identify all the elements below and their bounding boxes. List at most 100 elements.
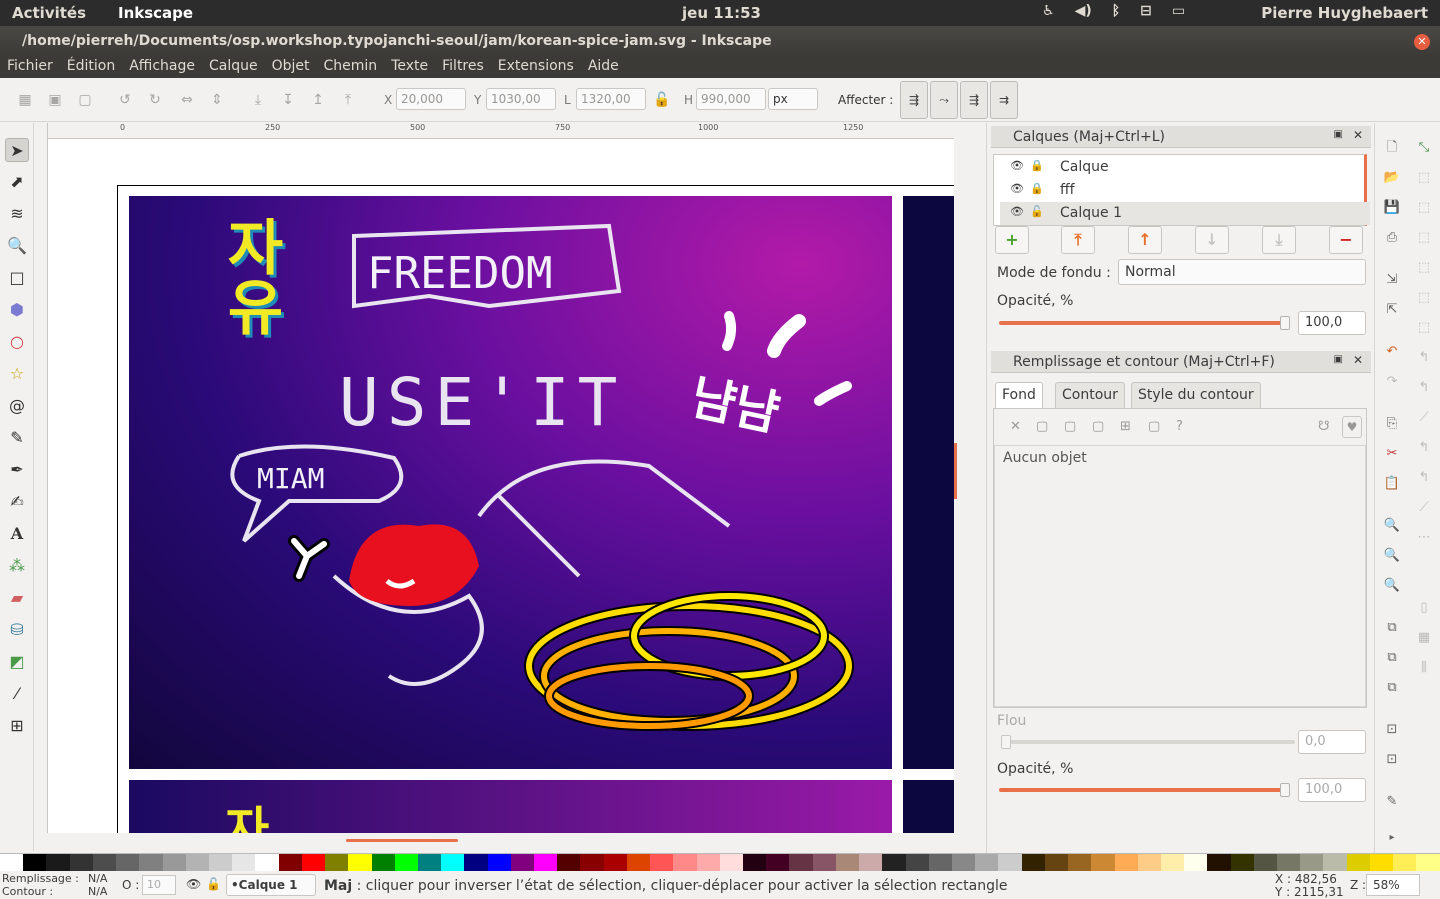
horizontal-scroll-thumb[interactable] — [346, 839, 458, 842]
palette-swatch[interactable] — [1114, 854, 1138, 871]
palette-swatch[interactable] — [46, 854, 70, 871]
panel-iconify-icon[interactable]: ▣ — [1334, 129, 1343, 140]
unit-select[interactable]: px — [768, 88, 818, 110]
palette-swatch[interactable] — [812, 854, 836, 871]
clock[interactable]: jeu 11:53 — [682, 4, 761, 22]
select-all-icon[interactable]: ▦ — [15, 90, 35, 110]
snap-grid-icon[interactable]: ▦ — [1413, 627, 1435, 649]
snap-guides-icon[interactable]: ⫼ — [1413, 657, 1435, 679]
palette-swatch[interactable] — [975, 854, 999, 871]
flip-horizontal-icon[interactable]: ⇔ — [177, 90, 197, 110]
tab-style-contour[interactable]: Style du contour — [1131, 382, 1261, 408]
bluetooth-icon[interactable]: ᛒ — [1112, 3, 1120, 19]
palette-swatch[interactable] — [1369, 854, 1394, 871]
menu-objet[interactable]: Objet — [272, 56, 310, 78]
palette-swatch[interactable] — [394, 854, 418, 871]
zoom-field[interactable]: 58% — [1366, 874, 1420, 896]
fill-rule-evenodd-icon[interactable]: ☋ — [1318, 419, 1330, 434]
tab-contour[interactable]: Contour — [1055, 382, 1125, 408]
palette-swatch[interactable] — [371, 854, 395, 871]
palette-swatch[interactable] — [951, 854, 976, 871]
artwork-panel-lower-right[interactable] — [903, 780, 954, 833]
palette-swatch[interactable] — [998, 854, 1022, 871]
cut-icon[interactable]: ✂ — [1381, 443, 1403, 465]
redo-icon[interactable]: ↷ — [1381, 371, 1403, 393]
eye-icon[interactable]: 👁 — [1010, 159, 1024, 172]
artwork-panel-right[interactable] — [903, 196, 954, 769]
palette-swatch[interactable] — [278, 854, 302, 871]
snap-midpoints-icon[interactable]: ↰ — [1413, 467, 1435, 489]
menu-affichage[interactable]: Affichage — [129, 56, 195, 78]
snap-bbox-edges-icon[interactable]: ⬚ — [1413, 197, 1435, 219]
network-icon[interactable]: ⊟ — [1140, 3, 1152, 19]
menu-edition[interactable]: Édition — [67, 56, 115, 78]
palette-swatch[interactable] — [696, 854, 720, 871]
radial-gradient-icon[interactable]: ▢ — [1092, 419, 1104, 434]
select-tool-icon[interactable]: ➤ — [5, 138, 29, 162]
vertical-scrollbar[interactable] — [954, 123, 982, 853]
lock-icon[interactable]: 🔒 — [1030, 159, 1044, 172]
drawing-canvas[interactable]: 자유 FREEDOM USE'IT MIAM 냠냠 자 — [48, 139, 954, 833]
palette-swatch[interactable] — [1160, 854, 1185, 871]
close-window-button[interactable]: ✕ — [1414, 34, 1430, 50]
star-tool-icon[interactable]: ☆ — [5, 362, 29, 386]
palette-swatch[interactable] — [1300, 854, 1324, 871]
paste-icon[interactable]: 📋 — [1381, 473, 1403, 495]
eye-icon[interactable]: 👁 — [1010, 205, 1024, 218]
blend-mode-select[interactable]: Normal — [1118, 259, 1366, 285]
palette-swatch[interactable] — [1091, 854, 1115, 871]
blur-spin[interactable]: 0,0 — [1298, 730, 1366, 754]
palette-swatch[interactable] — [835, 854, 860, 871]
menu-filtres[interactable]: Filtres — [442, 56, 484, 78]
palette-swatch[interactable] — [1416, 854, 1440, 871]
connector-tool-icon[interactable]: ⊞ — [5, 714, 29, 738]
blur-handle[interactable] — [1001, 735, 1011, 749]
snap-bbox-icon[interactable]: ⬚ — [1413, 167, 1435, 189]
palette-swatch[interactable] — [69, 854, 93, 871]
palette-swatch[interactable] — [626, 854, 651, 871]
layer-opacity-handle[interactable] — [1280, 316, 1290, 330]
palette-swatch[interactable] — [719, 854, 743, 871]
palette-swatch[interactable] — [1137, 854, 1161, 871]
raise-layer-button[interactable]: ↑ — [1128, 226, 1162, 254]
layer-visibility-icon[interactable]: 👁 — [186, 877, 201, 891]
palette-swatch[interactable] — [162, 854, 186, 871]
snap-page-border-icon[interactable]: ▯ — [1413, 597, 1435, 619]
flip-vertical-icon[interactable]: ⇕ — [207, 90, 227, 110]
zoom-tool-icon[interactable]: 🔍 — [5, 234, 29, 258]
fill-opacity-slider[interactable] — [999, 788, 1283, 792]
snap-intersections-icon[interactable]: ↰ — [1413, 377, 1435, 399]
layer-row[interactable]: 👁 🔒 fff — [1000, 179, 1370, 202]
palette-swatch[interactable] — [1277, 854, 1301, 871]
current-layer-select[interactable]: •Calque 1 — [226, 874, 316, 896]
h-field[interactable]: 990,000 — [696, 88, 766, 110]
palette-swatch[interactable] — [1253, 854, 1278, 871]
palette-swatch[interactable] — [743, 854, 767, 871]
palette-swatch[interactable] — [1021, 854, 1045, 871]
snap-bbox-corners-icon[interactable]: ⬚ — [1413, 227, 1435, 249]
duplicate-icon[interactable]: ⧉ — [1381, 617, 1403, 639]
snap-paths-icon[interactable]: ↰ — [1413, 347, 1435, 369]
scale-stroke-toggle[interactable]: ⇶ — [900, 81, 928, 119]
palette-swatch[interactable] — [510, 854, 535, 871]
raise-layer-top-button[interactable]: ⤒ — [1061, 226, 1095, 254]
panel-close-icon[interactable]: ✕ — [1353, 128, 1363, 142]
bucket-tool-icon[interactable]: ⛁ — [5, 618, 29, 642]
palette-swatch[interactable] — [1323, 854, 1347, 871]
palette-swatch[interactable] — [766, 854, 790, 871]
user-menu[interactable]: Pierre Huyghebaert — [1261, 4, 1428, 22]
no-paint-icon[interactable]: ✕ — [1010, 419, 1021, 434]
more-commands-icon[interactable]: ▸ — [1381, 827, 1403, 849]
lower-bottom-icon[interactable]: ⤓ — [248, 90, 268, 110]
palette-swatch[interactable] — [905, 854, 929, 871]
palette-swatch[interactable] — [557, 854, 581, 871]
transform-gradients-toggle[interactable]: ⇶ — [960, 81, 988, 119]
palette-swatch[interactable] — [441, 854, 465, 871]
menu-extensions[interactable]: Extensions — [498, 56, 574, 78]
calligraphy-tool-icon[interactable]: ✍ — [5, 490, 29, 514]
rect-tool-icon[interactable]: □ — [5, 266, 29, 290]
import-icon[interactable]: ⇲ — [1381, 269, 1403, 291]
palette-swatch[interactable] — [882, 854, 906, 871]
vertical-scroll-thumb[interactable] — [954, 443, 957, 499]
app-menu[interactable]: Inkscape — [118, 4, 193, 22]
